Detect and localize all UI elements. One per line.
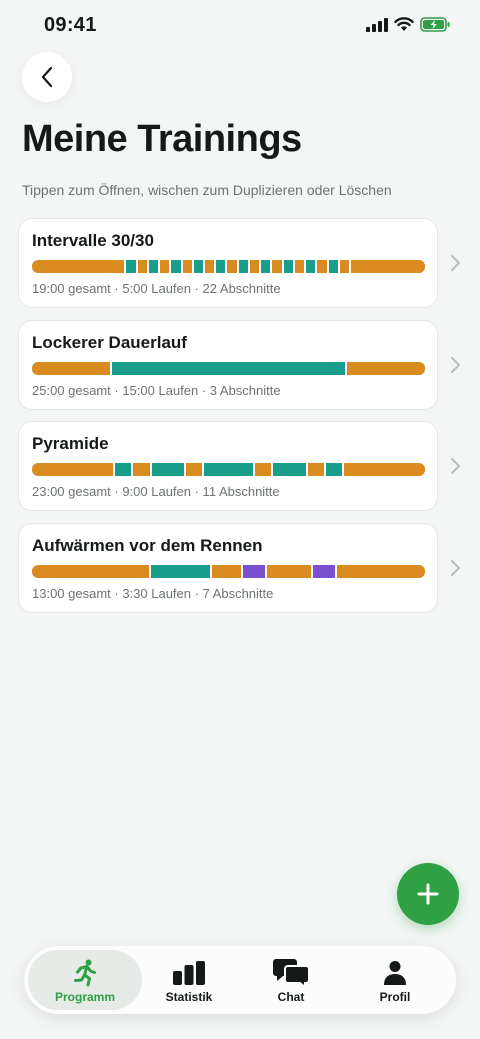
segment-run xyxy=(151,564,210,578)
page-subtitle: Tippen zum Öffnen, wischen zum Duplizier… xyxy=(22,182,392,198)
segment-run xyxy=(325,463,342,476)
segment-bar xyxy=(32,564,426,578)
segment-sprint xyxy=(313,564,336,578)
segment-warmup xyxy=(317,260,327,273)
segment-warmup xyxy=(32,260,125,273)
training-card[interactable]: Intervalle 30/30 19:00 gesamt · 5:00 Lau… xyxy=(18,218,438,308)
segment-warmup xyxy=(227,260,237,273)
segment-bar xyxy=(32,361,425,375)
segment-run xyxy=(111,361,346,375)
tab-label: Chat xyxy=(277,990,305,1004)
segment-sprint xyxy=(243,564,266,578)
person-icon xyxy=(383,958,407,988)
segment-run xyxy=(115,463,132,476)
segment-warmup xyxy=(205,260,215,273)
segment-run xyxy=(148,260,159,273)
segment-warmup xyxy=(32,361,110,375)
segment-warmup xyxy=(347,361,425,375)
runner-icon xyxy=(72,958,98,988)
segment-warmup xyxy=(307,463,324,476)
segment-warmup xyxy=(133,463,150,476)
battery-charging-icon xyxy=(420,17,450,32)
status-bar: 09:41 xyxy=(0,0,480,54)
segment-warmup xyxy=(249,260,260,273)
training-title: Intervalle 30/30 xyxy=(32,231,154,250)
tab-programm[interactable]: Programm xyxy=(28,950,142,1010)
segment-warmup xyxy=(211,564,242,578)
segment-run xyxy=(238,260,248,273)
segment-run xyxy=(328,260,338,273)
tab-label: Programm xyxy=(54,990,116,1004)
training-title: Pyramide xyxy=(32,434,109,453)
training-card[interactable]: Lockerer Dauerlauf 25:00 gesamt · 15:00 … xyxy=(18,319,438,410)
training-meta: 19:00 gesamt · 5:00 Laufen · 22 Abschnit… xyxy=(32,281,281,296)
segment-warmup xyxy=(343,463,426,476)
tab-chat[interactable]: Chat xyxy=(238,950,344,1010)
signal-icon xyxy=(366,17,388,32)
segment-run xyxy=(261,260,271,273)
chevron-left-icon xyxy=(41,66,53,88)
training-meta: 13:00 gesamt · 3:30 Laufen · 7 Abschnitt… xyxy=(32,585,274,601)
segment-warmup xyxy=(160,260,170,273)
chevron-right-icon[interactable] xyxy=(448,559,462,577)
segment-run xyxy=(204,463,253,476)
segment-warmup xyxy=(182,260,192,273)
training-card[interactable]: Aufwärmen vor dem Rennen 13:00 gesamt · … xyxy=(18,522,438,613)
segment-run xyxy=(283,260,293,273)
plus-icon xyxy=(417,883,439,905)
segment-warmup xyxy=(294,260,305,273)
training-row: Aufwärmen vor dem Rennen 13:00 gesamt · … xyxy=(18,522,462,613)
wifi-icon xyxy=(394,17,414,31)
segment-warmup xyxy=(32,564,150,578)
training-row: Intervalle 30/30 19:00 gesamt · 5:00 Lau… xyxy=(18,218,462,308)
segment-run xyxy=(151,463,184,476)
segment-warmup xyxy=(32,463,114,476)
chat-bubbles-icon xyxy=(272,958,310,988)
training-meta: 25:00 gesamt · 15:00 Laufen · 3 Abschnit… xyxy=(32,382,281,398)
page-title: Meine Trainings xyxy=(22,118,302,160)
tab-statistik[interactable]: Statistik xyxy=(136,950,242,1010)
chevron-right-icon[interactable] xyxy=(448,254,462,272)
segment-warmup xyxy=(185,463,203,476)
chevron-right-icon[interactable] xyxy=(448,356,462,374)
segment-run xyxy=(171,260,181,273)
status-icons xyxy=(366,17,450,32)
segment-warmup xyxy=(339,260,350,273)
tab-label: Profil xyxy=(379,990,411,1004)
tab-profil[interactable]: Profil xyxy=(342,950,448,1010)
tab-label: Statistik xyxy=(165,990,213,1004)
segment-bar xyxy=(32,463,426,476)
chevron-right-icon[interactable] xyxy=(448,457,462,475)
segment-bar xyxy=(32,260,425,273)
training-row: Pyramide 23:00 gesamt · 9:00 Laufen · 11… xyxy=(18,421,462,511)
segment-run xyxy=(193,260,204,273)
segment-warmup xyxy=(267,564,312,578)
bar-chart-icon xyxy=(172,958,206,988)
training-card[interactable]: Pyramide 23:00 gesamt · 9:00 Laufen · 11… xyxy=(18,421,438,511)
segment-run xyxy=(216,260,226,273)
training-meta: 23:00 gesamt · 9:00 Laufen · 11 Abschnit… xyxy=(32,484,280,499)
segment-run xyxy=(306,260,316,273)
training-title: Aufwärmen vor dem Rennen xyxy=(32,535,263,555)
segment-warmup xyxy=(337,564,426,578)
segment-warmup xyxy=(272,260,282,273)
segment-warmup xyxy=(351,260,425,273)
add-training-button[interactable] xyxy=(397,863,459,925)
back-button[interactable] xyxy=(22,52,72,102)
segment-warmup xyxy=(137,260,147,273)
status-time: 09:41 xyxy=(44,14,97,36)
segment-run xyxy=(126,260,136,273)
bottom-tab-bar: Programm Statistik Chat Profil xyxy=(24,946,456,1014)
training-title: Lockerer Dauerlauf xyxy=(32,332,187,352)
training-list: Intervalle 30/30 19:00 gesamt · 5:00 Lau… xyxy=(18,218,462,624)
segment-warmup xyxy=(254,463,272,476)
training-row: Lockerer Dauerlauf 25:00 gesamt · 15:00 … xyxy=(18,319,462,410)
segment-run xyxy=(273,463,306,476)
